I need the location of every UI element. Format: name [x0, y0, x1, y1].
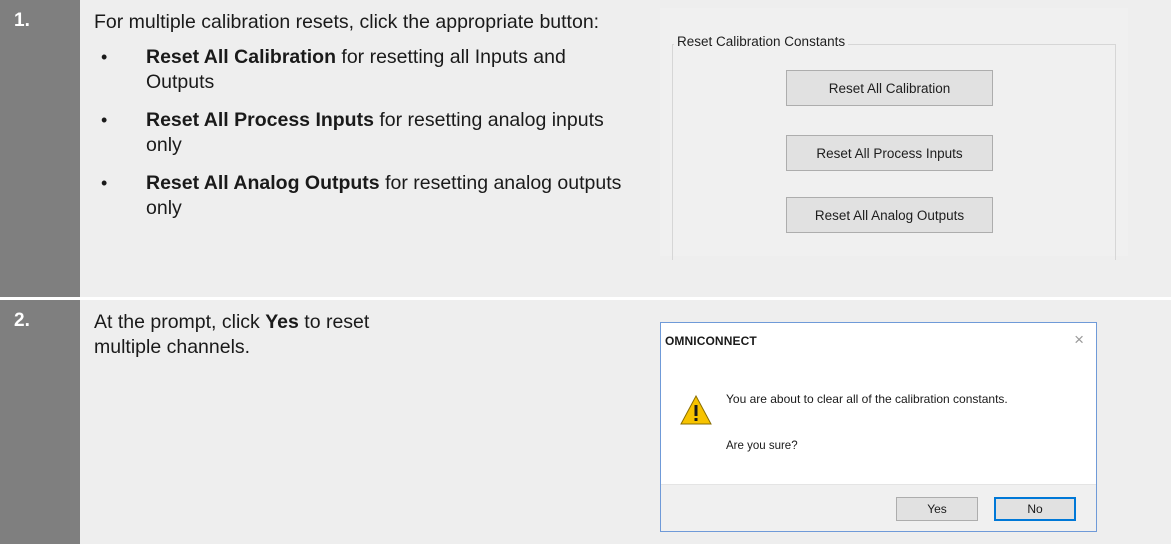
bullet-term: Reset All Calibration [146, 46, 336, 68]
step-number: 2. [0, 300, 80, 544]
bullet-item: • Reset All Process Inputs for resetting… [94, 108, 634, 158]
dialog-title: OMNICONNECT [665, 334, 757, 348]
close-icon[interactable]: × [1074, 330, 1084, 350]
step-2-text-bold: Yes [265, 311, 299, 333]
reset-all-calibration-button[interactable]: Reset All Calibration [786, 70, 993, 106]
bullet-icon: • [101, 173, 108, 193]
step-1-intro: For multiple calibration resets, click t… [94, 11, 600, 33]
dialog-question: Are you sure? [726, 440, 798, 452]
bullet-list: • Reset All Calibration for resetting al… [94, 45, 634, 221]
confirm-dialog-screenshot: OMNICONNECT × You are about to clear all… [660, 322, 1097, 532]
bullet-icon: • [101, 47, 108, 67]
bullet-icon: • [101, 110, 108, 130]
step-content: For multiple calibration resets, click t… [80, 0, 1171, 297]
bullet-item: • Reset All Calibration for resetting al… [94, 45, 634, 95]
dialog-message: You are about to clear all of the calibr… [726, 392, 1008, 406]
step-1-row: 1. For multiple calibration resets, clic… [0, 0, 1171, 297]
yes-button[interactable]: Yes [896, 497, 978, 521]
groupbox-title: Reset Calibration Constants [674, 34, 849, 49]
bullet-item: • Reset All Analog Outputs for resetting… [94, 171, 634, 221]
dialog-footer: Yes No [661, 484, 1096, 531]
step-2-text-before: At the prompt, click [94, 311, 266, 333]
reset-all-analog-outputs-button[interactable]: Reset All Analog Outputs [786, 197, 993, 233]
step-2-row: 2. At the prompt, click Yes to reset mul… [0, 300, 1171, 544]
step-number: 1. [0, 0, 80, 297]
warning-icon [680, 395, 712, 425]
no-button[interactable]: No [994, 497, 1076, 521]
calibration-panel-screenshot: Reset Calibration Constants Reset All Ca… [660, 8, 1128, 260]
step-1-text: For multiple calibration resets, click t… [94, 10, 634, 234]
step-content: At the prompt, click Yes to reset multip… [80, 300, 1171, 544]
reset-all-process-inputs-button[interactable]: Reset All Process Inputs [786, 135, 993, 171]
step-2-text: At the prompt, click Yes to reset multip… [94, 310, 424, 360]
bullet-term: Reset All Analog Outputs [146, 172, 380, 194]
bullet-term: Reset All Process Inputs [146, 109, 374, 131]
